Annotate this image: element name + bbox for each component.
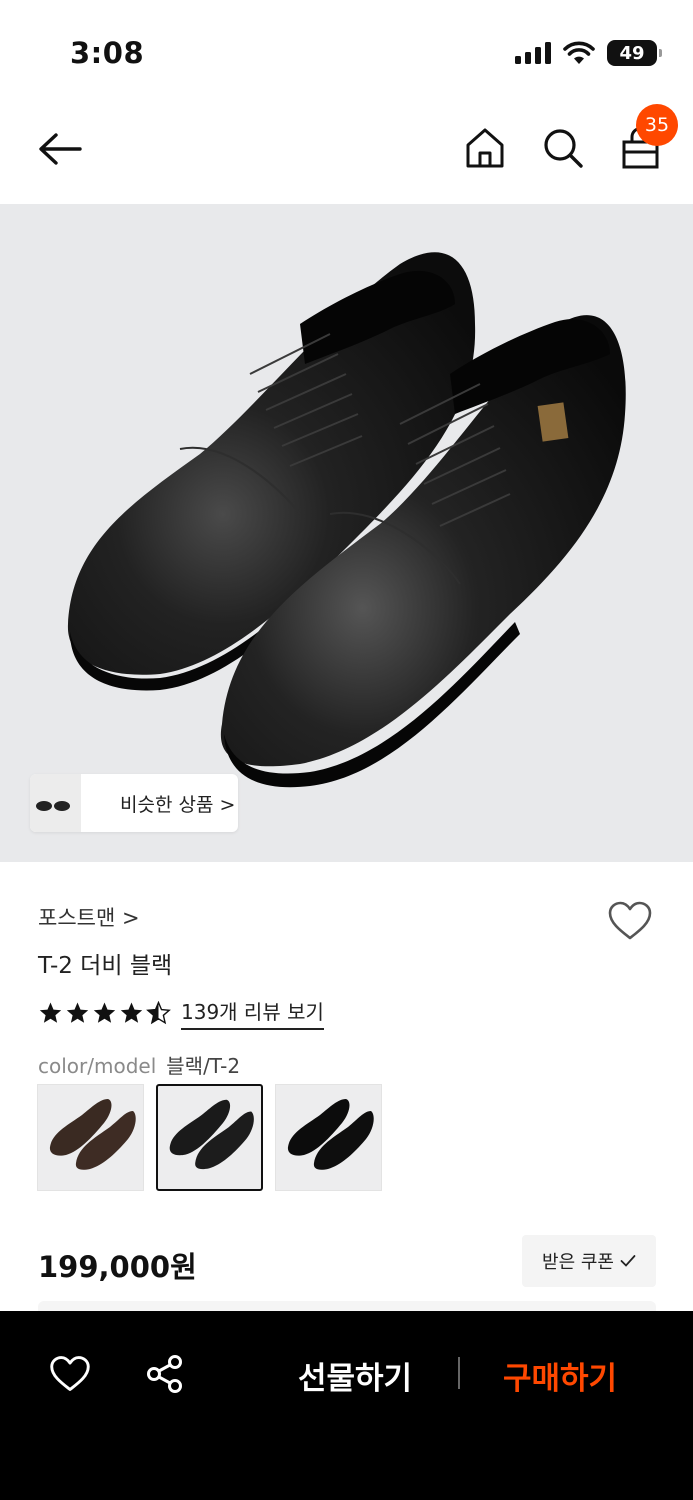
model-swatches bbox=[37, 1084, 382, 1191]
checkmark-icon bbox=[620, 1255, 636, 1267]
shoe-thumbnail bbox=[49, 1099, 136, 1170]
option-key: color/model bbox=[38, 1054, 157, 1078]
similar-products-label: 비슷한 상품 > bbox=[120, 793, 236, 816]
buy-button[interactable]: 구매하기 bbox=[503, 1353, 617, 1398]
wifi-icon bbox=[563, 41, 595, 64]
battery-level: 49 bbox=[619, 42, 645, 64]
swatch-black[interactable] bbox=[156, 1084, 263, 1191]
shoe-thumb-icon bbox=[36, 801, 70, 811]
product-price: 199,000원 bbox=[38, 1250, 197, 1284]
home-icon[interactable] bbox=[463, 126, 507, 170]
shoes-image bbox=[67, 252, 626, 788]
star-icon bbox=[93, 1002, 116, 1023]
back-arrow-icon[interactable] bbox=[34, 126, 84, 172]
received-coupon-button[interactable]: 받은 쿠폰 bbox=[522, 1235, 656, 1287]
swatch-brown[interactable] bbox=[37, 1084, 144, 1191]
cart-count-badge: 35 bbox=[636, 104, 678, 146]
status-icons: 49 bbox=[515, 40, 662, 66]
shoe-thumbnail bbox=[287, 1099, 374, 1170]
wishlist-heart-icon[interactable] bbox=[607, 900, 653, 942]
similar-thumbnails bbox=[30, 774, 92, 832]
option-row: color/model 블랙/T-2 bbox=[38, 1050, 240, 1079]
star-icon bbox=[39, 1002, 62, 1023]
similar-products-button[interactable]: 비슷한 상품 > bbox=[30, 774, 238, 832]
option-value: 블랙/T-2 bbox=[166, 1054, 241, 1078]
brand-link[interactable]: 포스트맨 > bbox=[38, 902, 140, 932]
half-star-icon bbox=[146, 1001, 171, 1025]
rating-stars bbox=[38, 1001, 171, 1025]
bottom-action-bar: 선물하기 구매하기 bbox=[0, 1311, 693, 1500]
status-time: 3:08 bbox=[70, 36, 145, 70]
swatch-black-glossy[interactable] bbox=[275, 1084, 382, 1191]
nav-bar: 35 bbox=[0, 100, 693, 204]
status-bar: 3:08 49 bbox=[0, 0, 693, 100]
gift-button[interactable]: 선물하기 bbox=[298, 1353, 412, 1398]
divider bbox=[458, 1357, 460, 1389]
battery-icon: 49 bbox=[607, 40, 662, 66]
product-hero-image[interactable]: 비슷한 상품 > bbox=[0, 204, 693, 862]
star-icon bbox=[120, 1002, 143, 1023]
cellular-signal-icon bbox=[515, 42, 551, 64]
wishlist-heart-icon[interactable] bbox=[49, 1353, 91, 1395]
shoe-thumbnail bbox=[169, 1099, 254, 1170]
rating-row: 139개 리뷰 보기 bbox=[38, 996, 324, 1030]
coupon-label: 받은 쿠폰 bbox=[542, 1252, 614, 1273]
product-title: T-2 더비 블랙 bbox=[38, 953, 173, 979]
star-icon bbox=[66, 1002, 89, 1023]
search-icon[interactable] bbox=[541, 126, 585, 170]
review-link[interactable]: 139개 리뷰 보기 bbox=[181, 996, 324, 1030]
share-icon[interactable] bbox=[144, 1353, 186, 1395]
